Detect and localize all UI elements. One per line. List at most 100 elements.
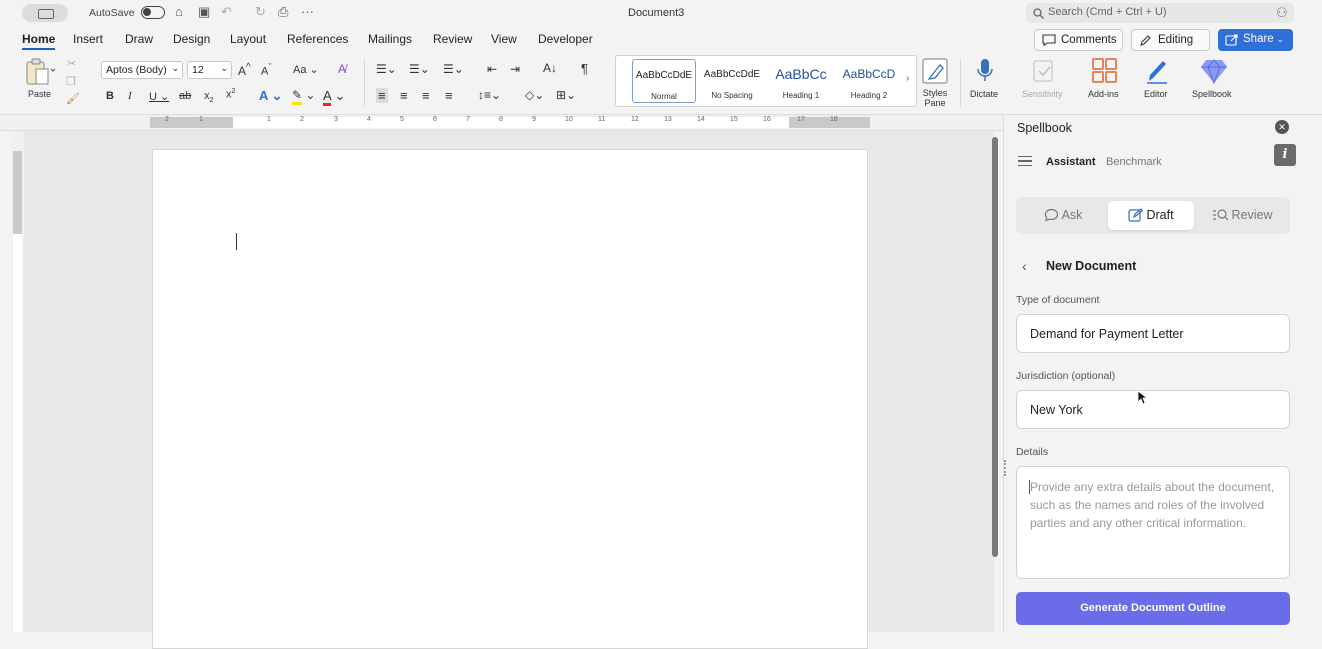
shading-icon[interactable]: ◇⌄: [525, 88, 544, 102]
generate-outline-button[interactable]: Generate Document Outline: [1016, 592, 1290, 625]
tab-view[interactable]: View: [491, 32, 517, 46]
details-textarea[interactable]: Provide any extra details about the docu…: [1016, 466, 1290, 579]
print-icon[interactable]: ⎙: [278, 4, 288, 20]
vertical-scrollbar[interactable]: [992, 137, 998, 557]
search-icon: [1033, 8, 1044, 19]
decrease-indent-icon[interactable]: ⇤: [487, 62, 497, 76]
line-spacing-icon[interactable]: ↕≡⌄: [478, 88, 501, 102]
comments-button[interactable]: Comments: [1034, 29, 1123, 51]
bullets-icon[interactable]: ☰⌄: [376, 62, 397, 76]
ruler-number: 1: [267, 116, 271, 123]
bold-icon[interactable]: B: [106, 90, 114, 102]
autosave-toggle[interactable]: [141, 6, 165, 19]
format-painter-icon[interactable]: 🖌: [66, 92, 80, 105]
dictate-button[interactable]: Dictate: [970, 89, 998, 99]
type-label: Type of document: [1016, 294, 1099, 306]
tab-layout[interactable]: Layout: [230, 32, 266, 46]
style-heading-1[interactable]: AaBbCc Heading 1: [769, 59, 833, 103]
show-formatting-icon[interactable]: ¶: [581, 61, 588, 76]
back-chevron-icon[interactable]: ‹: [1022, 258, 1027, 274]
close-icon[interactable]: ✕: [1275, 120, 1289, 134]
font-name-select[interactable]: Aptos (Body)⌄: [101, 61, 183, 79]
microphone-icon[interactable]: [975, 57, 995, 88]
sidebar-toggle-icon[interactable]: [22, 4, 68, 22]
italic-icon[interactable]: I: [128, 90, 132, 102]
clear-format-icon[interactable]: A̸: [338, 62, 346, 76]
save-icon[interactable]: ▣: [198, 4, 210, 20]
align-center-icon[interactable]: ≡: [400, 88, 408, 103]
ribbon-tabs: Home Insert Draw Design Layout Reference…: [0, 27, 1322, 53]
style-normal[interactable]: AaBbCcDdE Normal: [632, 59, 696, 103]
tab-ask[interactable]: Ask: [1020, 201, 1106, 230]
highlight-icon[interactable]: ✎ ⌄: [292, 88, 315, 102]
tab-review-mode[interactable]: Review: [1198, 201, 1286, 230]
spellbook-button[interactable]: Spellbook: [1192, 89, 1232, 99]
styles-pane-icon[interactable]: [921, 57, 949, 88]
style-heading-2[interactable]: AaBbCcD Heading 2: [837, 59, 901, 103]
share-button[interactable]: Share ⌄: [1218, 29, 1293, 51]
redo-icon[interactable]: ↻: [255, 4, 266, 20]
strikethrough-icon[interactable]: ab: [179, 90, 191, 102]
cut-icon[interactable]: ✂: [67, 57, 76, 70]
spellbook-icon[interactable]: [1199, 57, 1229, 88]
justify-icon[interactable]: ≡: [445, 88, 453, 103]
borders-icon[interactable]: ⊞⌄: [556, 88, 576, 102]
add-ins-icon[interactable]: [1091, 57, 1119, 88]
numbering-icon[interactable]: ☰⌄: [409, 62, 430, 76]
tab-home[interactable]: Home: [22, 32, 55, 50]
tab-design[interactable]: Design: [173, 32, 210, 46]
nav-benchmark[interactable]: Benchmark: [1106, 156, 1162, 168]
grow-font-icon[interactable]: A^: [238, 62, 251, 78]
tab-draft[interactable]: Draft: [1108, 201, 1194, 230]
section-heading: New Document: [1046, 259, 1136, 273]
change-case-icon[interactable]: Aa ⌄: [293, 63, 319, 76]
search-placeholder: Search (Cmd + Ctrl + U): [1048, 6, 1167, 18]
editing-label: Editing: [1158, 34, 1193, 46]
tab-mailings[interactable]: Mailings: [368, 32, 412, 46]
superscript-icon[interactable]: x2: [226, 88, 235, 101]
undo-icon[interactable]: ↶: [221, 4, 232, 20]
sort-icon[interactable]: A↓: [543, 61, 557, 75]
tab-references[interactable]: References: [287, 32, 348, 46]
panel-resize-handle[interactable]: [1004, 460, 1007, 476]
copy-icon[interactable]: ❐: [66, 75, 76, 88]
underline-icon[interactable]: U ⌄: [149, 90, 169, 103]
font-name-value: Aptos (Body): [106, 64, 167, 76]
font-size-select[interactable]: 12⌄: [187, 61, 232, 79]
paste-button[interactable]: Paste: [28, 89, 51, 99]
account-icon[interactable]: ⚇: [1276, 5, 1288, 21]
home-icon[interactable]: ⌂: [175, 4, 183, 19]
editor-button[interactable]: Editor: [1144, 89, 1168, 99]
jurisdiction-input[interactable]: New York: [1016, 390, 1290, 429]
sensitivity-icon[interactable]: [1030, 57, 1058, 88]
tab-review[interactable]: Review: [433, 32, 472, 46]
info-icon[interactable]: i: [1274, 144, 1296, 166]
editing-button[interactable]: Editing ⌄: [1131, 29, 1210, 51]
spellbook-panel: Spellbook ✕ Assistant Benchmark i Ask Dr…: [1003, 115, 1322, 632]
document-page[interactable]: [152, 149, 868, 649]
sensitivity-button[interactable]: Sensitivity: [1022, 89, 1063, 99]
style-no-spacing[interactable]: AaBbCcDdE No Spacing: [700, 59, 764, 103]
multilevel-list-icon[interactable]: ☰⌄: [443, 62, 464, 76]
ruler-number: 6: [433, 116, 437, 123]
text-effects-icon[interactable]: A ⌄: [259, 88, 282, 104]
subscript-icon[interactable]: x2: [204, 90, 213, 104]
menu-icon[interactable]: [1018, 156, 1032, 166]
align-right-icon[interactable]: ≡: [422, 88, 430, 103]
type-of-document-input[interactable]: Demand for Payment Letter: [1016, 314, 1290, 353]
tab-insert[interactable]: Insert: [73, 32, 103, 46]
increase-indent-icon[interactable]: ⇥: [510, 62, 520, 76]
shrink-font-icon[interactable]: Aˇ: [261, 62, 271, 78]
tab-developer[interactable]: Developer: [538, 32, 593, 46]
styles-pane-button[interactable]: Styles Pane: [920, 88, 950, 108]
styles-more-icon[interactable]: ›: [906, 73, 909, 84]
align-left-icon[interactable]: ≡: [376, 88, 388, 103]
add-ins-button[interactable]: Add-ins: [1088, 89, 1119, 99]
nav-assistant[interactable]: Assistant: [1046, 156, 1096, 168]
search-input[interactable]: Search (Cmd + Ctrl + U): [1026, 3, 1294, 23]
editor-icon[interactable]: [1143, 57, 1171, 88]
more-icon[interactable]: ···: [301, 4, 314, 19]
tab-draw[interactable]: Draw: [125, 32, 153, 46]
font-color-icon[interactable]: A ⌄: [323, 88, 345, 104]
paste-icon[interactable]: [24, 57, 56, 90]
